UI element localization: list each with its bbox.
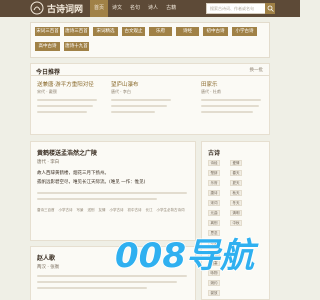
today-card: 今日推荐 换一批 送兼唐·游平方重阳对径 宋代 · 戴颐 望庐山瀑布 唐代 · … [30, 63, 270, 135]
poem-title[interactable]: 黄鹤楼送孟浩然之广陵 [37, 148, 97, 157]
sidebar: 古诗 诗经 楚辞 乐府 唐诗 宋词 元曲 离别 思念 写景 山水 边塞 咏物 婉… [201, 141, 270, 300]
poem-tag[interactable]: 小学古诗 [110, 208, 124, 213]
sidebar-item[interactable]: 诗经 [208, 160, 220, 166]
category-chip[interactable]: 初中古诗 [203, 27, 228, 36]
category-chip[interactable]: 宋词精选 [93, 27, 118, 36]
poem-tag[interactable]: 长江 [146, 208, 153, 213]
poem-tag[interactable]: 小学古诗 [59, 208, 73, 213]
poem-tag[interactable]: 写景 [77, 208, 84, 213]
sidebar-item[interactable]: 冬天 [230, 200, 242, 206]
poem-tag[interactable]: 小学生必背古诗词 [157, 208, 185, 213]
site-logo[interactable]: 古诗词网 [30, 1, 83, 15]
text-line [111, 105, 167, 107]
refresh-button[interactable]: 换一批 [250, 67, 264, 73]
nav-classics[interactable]: 古籍 [162, 0, 180, 17]
text-line [37, 287, 147, 289]
logo-icon [30, 1, 44, 15]
sidebar-item[interactable]: 夏天 [230, 180, 242, 186]
poem-line: 故人西辞黄鹤楼，烟花三月下扬州。 [37, 171, 109, 176]
poem-tag[interactable]: 友情 [99, 208, 106, 213]
poem-tag[interactable]: 送别 [88, 208, 95, 213]
sidebar-title: 古诗 [208, 150, 221, 157]
sidebar-item[interactable]: 爱情 [230, 160, 242, 166]
watermark-text: 008导航 [115, 236, 259, 274]
nav-home[interactable]: 首页 [90, 0, 109, 17]
today-header: 今日推荐 换一批 [31, 64, 269, 76]
category-chip[interactable]: 乐府 [149, 27, 172, 36]
text-line [37, 275, 187, 277]
category-chip[interactable]: 诗经 [176, 27, 199, 36]
text-line [201, 99, 261, 101]
poem-line: 孤帆远影碧空尽，唯见长江天际流。(唯见 一作：惟见) [37, 180, 146, 185]
category-chip[interactable]: 高中古诗 [35, 42, 60, 51]
main-nav: 首页 诗文 名句 诗人 古籍 [90, 0, 180, 17]
text-line [37, 281, 177, 283]
sidebar-item[interactable]: 楚辞 [208, 170, 220, 176]
text-line [201, 111, 253, 113]
poem-meta: 宋代 · 戴颐 [37, 89, 57, 94]
text-line [111, 99, 171, 101]
nav-quotes[interactable]: 名句 [126, 0, 144, 17]
sidebar-item[interactable]: 元曲 [208, 210, 220, 216]
poem-title[interactable]: 赵人歌 [37, 253, 55, 262]
poem-meta: 唐代 · 李白 [111, 89, 131, 94]
poem-author: 唐代 · 李白 [37, 160, 60, 165]
poem-meta: 唐代 · 杜甫 [201, 89, 221, 94]
category-chip[interactable]: 唐诗三百首 [64, 27, 89, 36]
search-icon [267, 5, 274, 12]
category-chip[interactable]: 古文观止 [122, 27, 145, 36]
nav-poems[interactable]: 诗文 [108, 0, 126, 17]
sidebar-item[interactable]: 春天 [230, 170, 242, 176]
sidebar-item[interactable]: 中秋 [230, 220, 242, 226]
poem-tag[interactable]: 初中古诗 [128, 208, 142, 213]
logo-text: 古诗词网 [47, 4, 84, 15]
text-line [37, 192, 187, 194]
sidebar-item[interactable]: 婉约 [208, 280, 220, 286]
text-line [37, 198, 157, 200]
poem-card: 黄鹤楼送孟浩然之广陵 唐代 · 李白 故人西辞黄鹤楼，烟花三月下扬州。 孤帆远影… [30, 141, 196, 241]
poem-link[interactable]: 田家乐 [201, 80, 218, 88]
poem-author: 两汉 · 张衡 [37, 265, 60, 270]
category-chip[interactable]: 小学古诗 [232, 27, 257, 36]
text-line [111, 111, 155, 113]
nav-authors[interactable]: 诗人 [144, 0, 162, 17]
top-bar: 古诗词网 首页 诗文 名句 诗人 古籍 搜索古诗词、作者或名句 [0, 0, 300, 17]
text-line [37, 111, 87, 113]
poem-link[interactable]: 望庐山瀑布 [111, 80, 139, 88]
search-button[interactable] [265, 3, 275, 14]
sidebar-item[interactable]: 豪放 [208, 290, 220, 296]
watermark-logo: 008导航 [115, 235, 260, 274]
category-chip[interactable]: 宋词三百首 [35, 27, 60, 36]
poem-link[interactable]: 送兼唐·游平方重阳对径 [37, 80, 94, 88]
sidebar-item[interactable]: 离别 [208, 220, 220, 226]
sidebar-item[interactable]: 乐府 [208, 180, 220, 186]
poem-tag[interactable]: 唐诗三百首 [37, 208, 55, 213]
sidebar-item[interactable]: 唐诗 [208, 190, 220, 196]
search-input[interactable]: 搜索古诗词、作者或名句 [206, 3, 266, 14]
text-line [37, 99, 97, 101]
sidebar-item[interactable]: 清明 [230, 210, 242, 216]
text-line [37, 105, 93, 107]
category-chip[interactable]: 唐诗十九首 [64, 42, 89, 51]
sidebar-item[interactable]: 秋天 [230, 190, 242, 196]
text-line [201, 105, 259, 107]
today-title: 今日推荐 [36, 69, 61, 76]
category-box: 宋词三百首 唐诗三百首 宋词精选 古文观止 乐府 诗经 初中古诗 小学古诗 高中… [30, 22, 270, 58]
sidebar-item[interactable]: 宋词 [208, 200, 220, 206]
